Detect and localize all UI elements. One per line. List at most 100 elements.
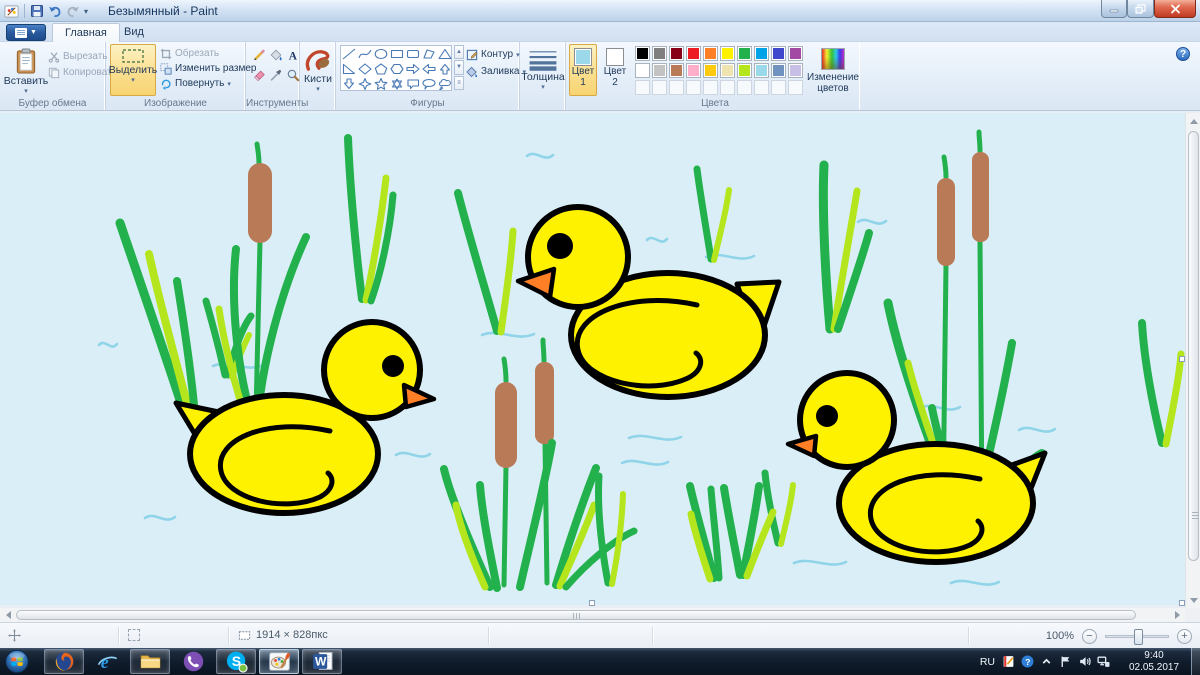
crop-button[interactable]: Обрезать: [160, 46, 219, 61]
palette-swatch[interactable]: [703, 46, 718, 61]
horizontal-scrollbar[interactable]: [0, 608, 1185, 622]
select-button[interactable]: Выделить ▾: [110, 44, 156, 96]
save-button[interactable]: [30, 4, 44, 18]
taskbar-app-paint[interactable]: [259, 649, 299, 674]
minimize-button[interactable]: [1101, 0, 1127, 18]
palette-swatch[interactable]: [754, 63, 769, 78]
tray-help-icon[interactable]: ?: [1020, 654, 1035, 669]
shape-arrow-down[interactable]: [341, 76, 357, 91]
shape-line[interactable]: [341, 46, 357, 61]
shape-callout-rounded[interactable]: [405, 76, 421, 91]
shape-arrow-up[interactable]: [437, 61, 453, 76]
fill-shape-button[interactable]: Заливка ▾: [466, 64, 526, 79]
taskbar-app-windows-explorer[interactable]: [130, 649, 170, 674]
shape-pentagon[interactable]: [373, 61, 389, 76]
taskbar-app-internet-explorer[interactable]: e: [87, 649, 127, 674]
taskbar-app-viber[interactable]: [173, 649, 213, 674]
zoom-in-button[interactable]: +: [1177, 629, 1192, 644]
shape-hexagon[interactable]: [389, 61, 405, 76]
shapes-scroll-up[interactable]: ▲: [454, 45, 464, 59]
cut-button[interactable]: Вырезать: [48, 49, 107, 64]
paint-menu-button[interactable]: ▼: [6, 24, 46, 41]
tray-hidden-icons-icon[interactable]: [1039, 654, 1054, 669]
magnifier-tool[interactable]: [284, 66, 301, 83]
palette-swatch[interactable]: [686, 46, 701, 61]
palette-swatch[interactable]: [703, 63, 718, 78]
taskbar-app-word[interactable]: W: [302, 649, 342, 674]
shape-arrow-right[interactable]: [405, 61, 421, 76]
shapes-scroll-down[interactable]: ▼: [454, 60, 464, 74]
fill-tool[interactable]: [267, 46, 284, 63]
zoom-out-button[interactable]: −: [1082, 629, 1097, 644]
scroll-left-arrow[interactable]: [0, 608, 16, 622]
shape-rounded-rectangle[interactable]: [405, 46, 421, 61]
taskbar-app-skype[interactable]: S: [216, 649, 256, 674]
palette-swatch[interactable]: [754, 46, 769, 61]
thickness-button[interactable]: Толщина ▾: [523, 44, 563, 96]
palette-swatch[interactable]: [771, 46, 786, 61]
palette-swatch[interactable]: [669, 63, 684, 78]
horizontal-scroll-thumb[interactable]: [16, 610, 1136, 620]
shape-ellipse[interactable]: [373, 46, 389, 61]
shape-callout-oval[interactable]: [421, 76, 437, 91]
outline-button[interactable]: Контур ▾: [466, 47, 520, 62]
scroll-right-arrow[interactable]: [1169, 608, 1185, 622]
shape-star-6[interactable]: [389, 76, 405, 91]
color2-button[interactable]: Цвет 2: [601, 44, 629, 96]
edit-colors-button[interactable]: Изменение цветов: [809, 44, 857, 98]
shape-polygon[interactable]: [421, 46, 437, 61]
shape-triangle[interactable]: [437, 46, 453, 61]
rotate-button[interactable]: Повернуть ▾: [160, 76, 231, 91]
shape-star-4[interactable]: [357, 76, 373, 91]
palette-swatch[interactable]: [737, 63, 752, 78]
shape-rectangle[interactable]: [389, 46, 405, 61]
show-desktop-button[interactable]: [1191, 648, 1200, 675]
palette-swatch[interactable]: [720, 46, 735, 61]
palette-swatch[interactable]: [788, 46, 803, 61]
shape-right-triangle[interactable]: [341, 61, 357, 76]
palette-swatch[interactable]: [737, 46, 752, 61]
palette-swatch[interactable]: [652, 63, 667, 78]
help-icon[interactable]: ?: [1176, 47, 1190, 61]
taskbar-clock[interactable]: 9:40 02.05.2017: [1121, 650, 1187, 674]
paint-canvas[interactable]: [0, 113, 1185, 605]
shape-diamond[interactable]: [357, 61, 373, 76]
resize-button[interactable]: Изменить размер: [160, 61, 256, 76]
scroll-down-arrow[interactable]: [1186, 592, 1200, 608]
tray-flag-icon[interactable]: [1058, 654, 1073, 669]
paste-button[interactable]: Вставить ▾: [4, 44, 48, 96]
shape-curve[interactable]: [357, 46, 373, 61]
tray-app-alert-icon[interactable]: [1001, 654, 1016, 669]
shape-star-5[interactable]: [373, 76, 389, 91]
text-tool[interactable]: A: [284, 46, 301, 63]
vertical-scrollbar[interactable]: [1185, 113, 1200, 608]
canvas-resize-handle-bottom[interactable]: [589, 600, 595, 606]
scroll-up-arrow[interactable]: [1186, 113, 1200, 129]
taskbar-app-firefox[interactable]: [44, 649, 84, 674]
close-button[interactable]: [1154, 0, 1196, 18]
palette-swatch[interactable]: [686, 63, 701, 78]
shapes-more-button[interactable]: ≡: [454, 76, 464, 90]
palette-swatch[interactable]: [652, 46, 667, 61]
palette-swatch[interactable]: [788, 63, 803, 78]
vertical-scroll-thumb[interactable]: [1188, 131, 1199, 561]
tray-volume-icon[interactable]: [1077, 654, 1092, 669]
zoom-slider-thumb[interactable]: [1134, 629, 1143, 645]
color1-button[interactable]: Цвет 1: [569, 44, 597, 96]
language-indicator[interactable]: RU: [980, 656, 995, 668]
shape-arrow-left[interactable]: [421, 61, 437, 76]
palette-swatch[interactable]: [771, 63, 786, 78]
start-button[interactable]: [3, 648, 31, 675]
tab-home[interactable]: Главная: [52, 23, 120, 42]
zoom-slider[interactable]: [1105, 635, 1169, 638]
eraser-tool[interactable]: [250, 66, 267, 83]
qat-menu-button[interactable]: ▾: [84, 7, 88, 16]
pencil-tool[interactable]: [250, 46, 267, 63]
tray-network-icon[interactable]: [1096, 654, 1111, 669]
shape-callout-cloud[interactable]: [437, 76, 453, 91]
palette-swatch[interactable]: [635, 46, 650, 61]
palette-swatch[interactable]: [669, 46, 684, 61]
palette-swatch[interactable]: [635, 63, 650, 78]
palette-swatch[interactable]: [720, 63, 735, 78]
brushes-button[interactable]: Кисти ▾: [302, 44, 334, 96]
